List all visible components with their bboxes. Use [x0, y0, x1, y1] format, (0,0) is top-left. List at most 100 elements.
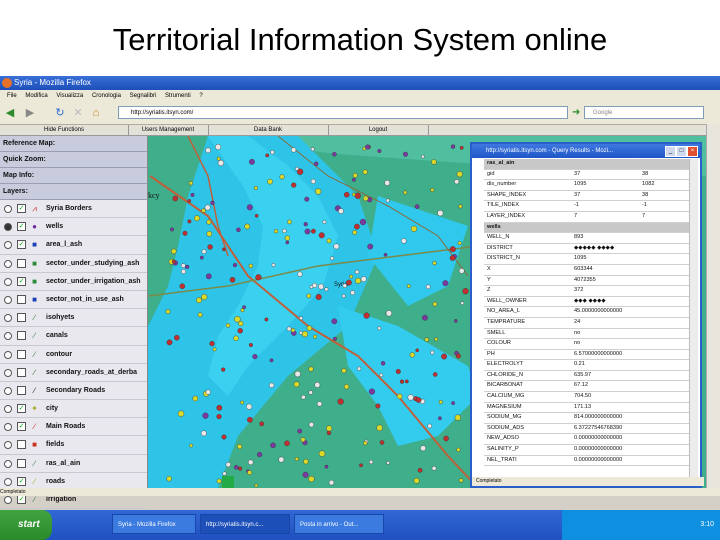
well-marker[interactable]	[201, 249, 207, 255]
well-marker[interactable]	[458, 268, 465, 274]
well-marker[interactable]	[222, 471, 227, 476]
well-marker[interactable]	[386, 460, 390, 465]
layer-checkbox[interactable]	[17, 294, 26, 304]
well-marker[interactable]	[343, 191, 350, 198]
well-marker[interactable]	[363, 441, 368, 446]
well-marker[interactable]	[293, 381, 300, 388]
well-marker[interactable]	[384, 180, 391, 186]
well-marker[interactable]	[287, 219, 292, 225]
well-marker[interactable]	[359, 218, 367, 226]
well-marker[interactable]	[264, 317, 269, 322]
well-marker[interactable]	[460, 301, 465, 305]
layer-row[interactable]: ✓ ⩘ Syria Borders	[0, 200, 147, 219]
well-marker[interactable]	[377, 326, 382, 331]
reload-icon[interactable]: ↻	[54, 107, 66, 119]
well-marker[interactable]	[229, 276, 236, 283]
well-marker[interactable]	[415, 397, 422, 403]
well-marker[interactable]	[300, 437, 306, 443]
well-marker[interactable]	[189, 443, 193, 448]
layer-radio[interactable]	[4, 205, 12, 213]
well-marker[interactable]	[210, 200, 215, 206]
well-marker[interactable]	[244, 223, 250, 230]
well-marker[interactable]	[204, 204, 211, 211]
well-marker[interactable]	[254, 214, 259, 218]
layer-checkbox[interactable]: ✓	[17, 222, 26, 232]
well-marker[interactable]	[303, 458, 309, 465]
well-marker[interactable]	[401, 238, 407, 244]
well-marker[interactable]	[294, 370, 301, 378]
well-marker[interactable]	[453, 319, 458, 323]
well-marker[interactable]	[166, 339, 173, 346]
well-marker[interactable]	[216, 478, 222, 484]
well-marker[interactable]	[282, 228, 287, 234]
well-marker[interactable]	[322, 220, 327, 224]
menu-cronologia[interactable]: Cronologia	[92, 93, 121, 99]
well-marker[interactable]	[332, 336, 337, 341]
well-marker[interactable]	[424, 337, 429, 342]
layer-checkbox[interactable]	[17, 313, 26, 323]
well-marker[interactable]	[421, 314, 428, 321]
tab-hide-functions[interactable]: Hide Functions	[0, 125, 129, 135]
well-marker[interactable]	[212, 347, 217, 352]
well-marker[interactable]	[432, 372, 438, 377]
layer-checkbox[interactable]: ✓	[17, 422, 26, 432]
well-marker[interactable]	[299, 330, 303, 335]
well-marker[interactable]	[240, 400, 245, 405]
well-marker[interactable]	[457, 241, 462, 246]
well-marker[interactable]	[375, 403, 381, 409]
well-marker[interactable]	[377, 148, 382, 153]
well-marker[interactable]	[188, 181, 193, 186]
well-marker[interactable]	[284, 440, 290, 447]
well-marker[interactable]	[259, 421, 265, 427]
reference-map-header[interactable]: Reference Map:	[0, 136, 147, 152]
well-marker[interactable]	[269, 358, 274, 363]
well-marker[interactable]	[404, 379, 409, 384]
well-marker[interactable]	[454, 179, 460, 185]
well-marker[interactable]	[255, 274, 262, 281]
well-marker[interactable]	[403, 190, 408, 195]
well-marker[interactable]	[438, 400, 443, 405]
well-marker[interactable]	[434, 337, 439, 342]
layer-checkbox[interactable]	[17, 458, 26, 468]
menu-segnalibri[interactable]: Segnalibri	[130, 93, 157, 99]
well-marker[interactable]	[291, 328, 296, 333]
well-marker[interactable]	[196, 297, 202, 304]
layer-row[interactable]: ∕ secondary_roads_at_derba	[0, 364, 147, 382]
well-marker[interactable]	[225, 323, 231, 328]
well-marker[interactable]	[253, 186, 258, 191]
well-marker[interactable]	[362, 169, 368, 175]
well-marker[interactable]	[459, 145, 464, 150]
well-marker[interactable]	[451, 401, 455, 405]
well-marker[interactable]	[187, 219, 192, 224]
layer-row[interactable]: ■ sector_not_in_use_ash	[0, 291, 147, 310]
well-marker[interactable]	[332, 151, 337, 157]
well-marker[interactable]	[278, 456, 285, 463]
well-marker[interactable]	[221, 434, 227, 440]
well-marker[interactable]	[365, 144, 371, 150]
well-marker[interactable]	[318, 232, 325, 239]
well-marker[interactable]	[420, 445, 426, 452]
well-marker[interactable]	[326, 430, 332, 436]
well-marker[interactable]	[279, 174, 285, 180]
well-marker[interactable]	[316, 401, 323, 407]
well-marker[interactable]	[430, 187, 435, 192]
layers-header[interactable]: Layers:	[0, 184, 147, 200]
layer-checkbox[interactable]: ✓	[17, 404, 26, 414]
browser-scrollbar[interactable]	[706, 124, 720, 490]
layer-checkbox[interactable]	[17, 349, 26, 359]
well-marker[interactable]	[310, 178, 316, 184]
well-marker[interactable]	[324, 464, 329, 469]
map-info-header[interactable]: Map Info:	[0, 168, 147, 184]
well-marker[interactable]	[380, 361, 386, 366]
well-marker[interactable]	[310, 228, 316, 234]
well-marker[interactable]	[237, 466, 243, 471]
maximize-button[interactable]: □	[676, 146, 687, 157]
well-marker[interactable]	[248, 263, 254, 269]
close-button[interactable]: ×	[687, 146, 698, 157]
well-marker[interactable]	[353, 223, 360, 230]
well-marker[interactable]	[333, 243, 340, 250]
well-marker[interactable]	[368, 388, 376, 395]
well-marker[interactable]	[450, 144, 456, 149]
well-marker[interactable]	[449, 255, 456, 261]
well-marker[interactable]	[456, 171, 463, 178]
